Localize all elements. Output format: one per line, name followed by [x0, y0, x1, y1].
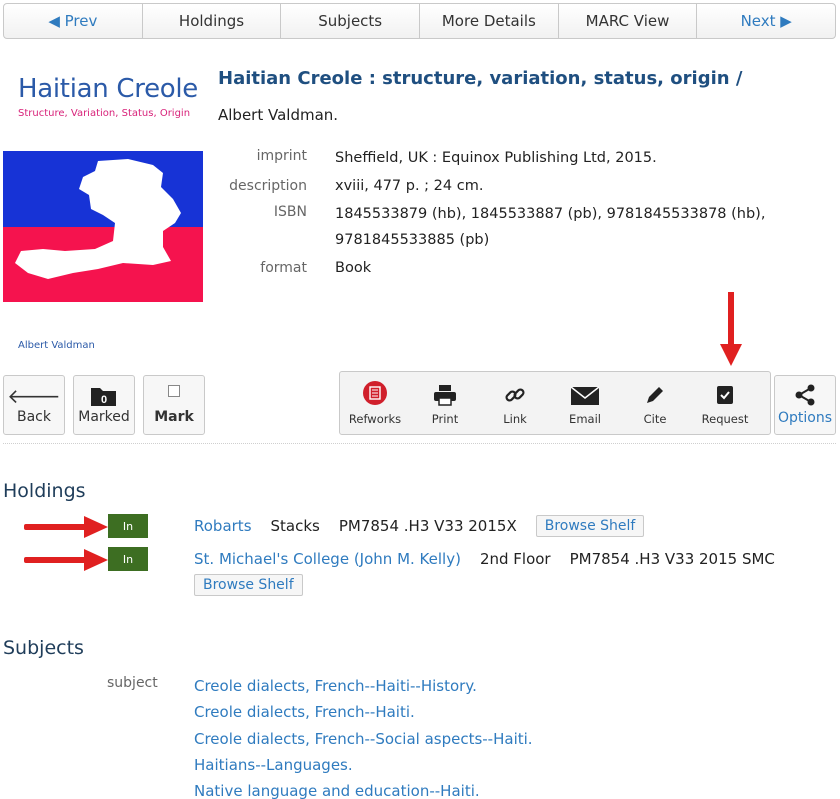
detail-row-imprint: imprint Sheffield, UK : Equinox Publishi…: [218, 145, 818, 171]
detail-value: Sheffield, UK : Equinox Publishing Ltd, …: [335, 150, 657, 166]
section-divider: [3, 443, 836, 444]
arrow-left-icon: 🡐: [7, 384, 61, 408]
browse-shelf-button[interactable]: Browse Shelf: [535, 515, 645, 537]
subjects-heading: Subjects: [3, 637, 84, 659]
options-label: Options: [777, 410, 833, 426]
detail-label: imprint: [256, 148, 307, 164]
detail-value: 1845533879 (hb), 1845533887 (pb), 978184…: [335, 206, 766, 248]
cite-button[interactable]: Cite: [620, 372, 690, 434]
holding-row-shelf: Browse Shelf: [194, 574, 303, 596]
subject-link[interactable]: Haitians--Languages.: [194, 752, 533, 778]
record-details: imprint Sheffield, UK : Equinox Publishi…: [218, 145, 818, 283]
mark-label: Mark: [154, 409, 194, 425]
cover-author: Albert Valdman: [18, 340, 95, 351]
link-icon: [505, 388, 525, 402]
record-author: Albert Valdman.: [218, 106, 339, 124]
detail-value: xviii, 477 p. ; 24 cm.: [335, 178, 484, 194]
detail-row-format: format Book: [218, 257, 818, 279]
detail-value: Book: [335, 260, 372, 276]
tab-more-details[interactable]: More Details: [420, 4, 559, 38]
holding-location: Stacks: [270, 517, 320, 535]
print-button[interactable]: Print: [410, 372, 480, 434]
share-icon: [795, 384, 815, 406]
library-link[interactable]: Robarts: [194, 517, 252, 535]
cover-subtitle: Structure, Variation, Status, Origin: [18, 108, 191, 119]
status-badge: In: [108, 514, 148, 538]
link-button[interactable]: Link: [480, 372, 550, 434]
library-link[interactable]: St. Michael's College (John M. Kelly): [194, 550, 461, 568]
envelope-icon: [570, 386, 600, 405]
detail-row-isbn: ISBN 1845533879 (hb), 1845533887 (pb), 9…: [218, 201, 818, 253]
detail-label: description: [229, 178, 307, 194]
checkbox-icon[interactable]: [168, 385, 180, 397]
detail-row-description: description xviii, 477 p. ; 24 cm.: [218, 175, 818, 197]
holding-call-number: PM7854 .H3 V33 2015X: [338, 517, 517, 535]
options-button[interactable]: Options: [774, 375, 836, 435]
detail-label: ISBN: [273, 204, 307, 220]
tab-subjects[interactable]: Subjects: [281, 4, 421, 38]
email-button[interactable]: Email: [550, 372, 620, 434]
record-title: Haitian Creole : structure, variation, s…: [218, 68, 743, 89]
holding-location: 2nd Floor: [479, 550, 551, 568]
tab-marc-view[interactable]: MARC View: [559, 4, 698, 38]
cover-title: Haitian Creole: [18, 74, 198, 104]
prev-button[interactable]: ◀ Prev: [4, 4, 143, 38]
browse-shelf-button[interactable]: Browse Shelf: [194, 574, 303, 596]
link-label: Link: [503, 412, 527, 426]
subject-list: Creole dialects, French--Haiti--History.…: [194, 673, 533, 799]
request-label: Request: [701, 412, 749, 426]
printer-icon: [434, 385, 456, 406]
back-button[interactable]: 🡐 Back: [3, 375, 65, 435]
haiti-map-illustration: [3, 151, 203, 302]
back-label: Back: [17, 409, 51, 425]
book-cover-image: Haitian Creole Structure, Variation, Sta…: [3, 66, 203, 360]
refworks-icon: [363, 381, 387, 405]
refworks-label: Refworks: [348, 412, 402, 426]
annotation-arrow-right-icon: [24, 549, 108, 571]
record-navigation-bar: ◀ Prev Holdings Subjects More Details MA…: [3, 3, 836, 39]
email-label: Email: [569, 412, 601, 426]
subject-link[interactable]: Creole dialects, French--Social aspects-…: [194, 726, 533, 752]
cite-label: Cite: [643, 412, 667, 426]
holdings-heading: Holdings: [3, 480, 86, 502]
folder-icon: 0: [91, 388, 116, 406]
request-button[interactable]: Request: [690, 372, 760, 434]
subject-label: subject: [107, 675, 158, 691]
holding-row: St. Michael's College (John M. Kelly) 2n…: [194, 547, 775, 571]
print-label: Print: [431, 412, 459, 426]
holding-call-number: PM7854 .H3 V33 2015 SMC: [569, 550, 775, 568]
detail-label: format: [260, 260, 307, 276]
marked-button[interactable]: 0 Marked: [73, 375, 135, 435]
marked-count: 0: [101, 394, 107, 406]
mark-button[interactable]: Mark: [143, 375, 205, 435]
pencil-icon: [647, 387, 663, 403]
status-badge: In: [108, 547, 148, 571]
holding-row: Robarts Stacks PM7854 .H3 V33 2015X Brow…: [194, 514, 645, 538]
subject-link[interactable]: Native language and education--Haiti.: [194, 778, 533, 799]
tab-holdings[interactable]: Holdings: [143, 4, 282, 38]
annotation-arrow-right-icon: [24, 516, 108, 538]
subject-link[interactable]: Creole dialects, French--Haiti--History.: [194, 673, 533, 699]
next-button[interactable]: Next ▶: [697, 4, 835, 38]
annotation-arrow-down-icon: [720, 292, 742, 366]
refworks-button[interactable]: Refworks: [340, 372, 410, 434]
marked-label: Marked: [78, 409, 130, 425]
record-actions-toolbar: Refworks Print Link Email Cite Request: [339, 371, 771, 435]
request-book-icon: [717, 386, 733, 404]
subject-link[interactable]: Creole dialects, French--Haiti.: [194, 699, 533, 725]
